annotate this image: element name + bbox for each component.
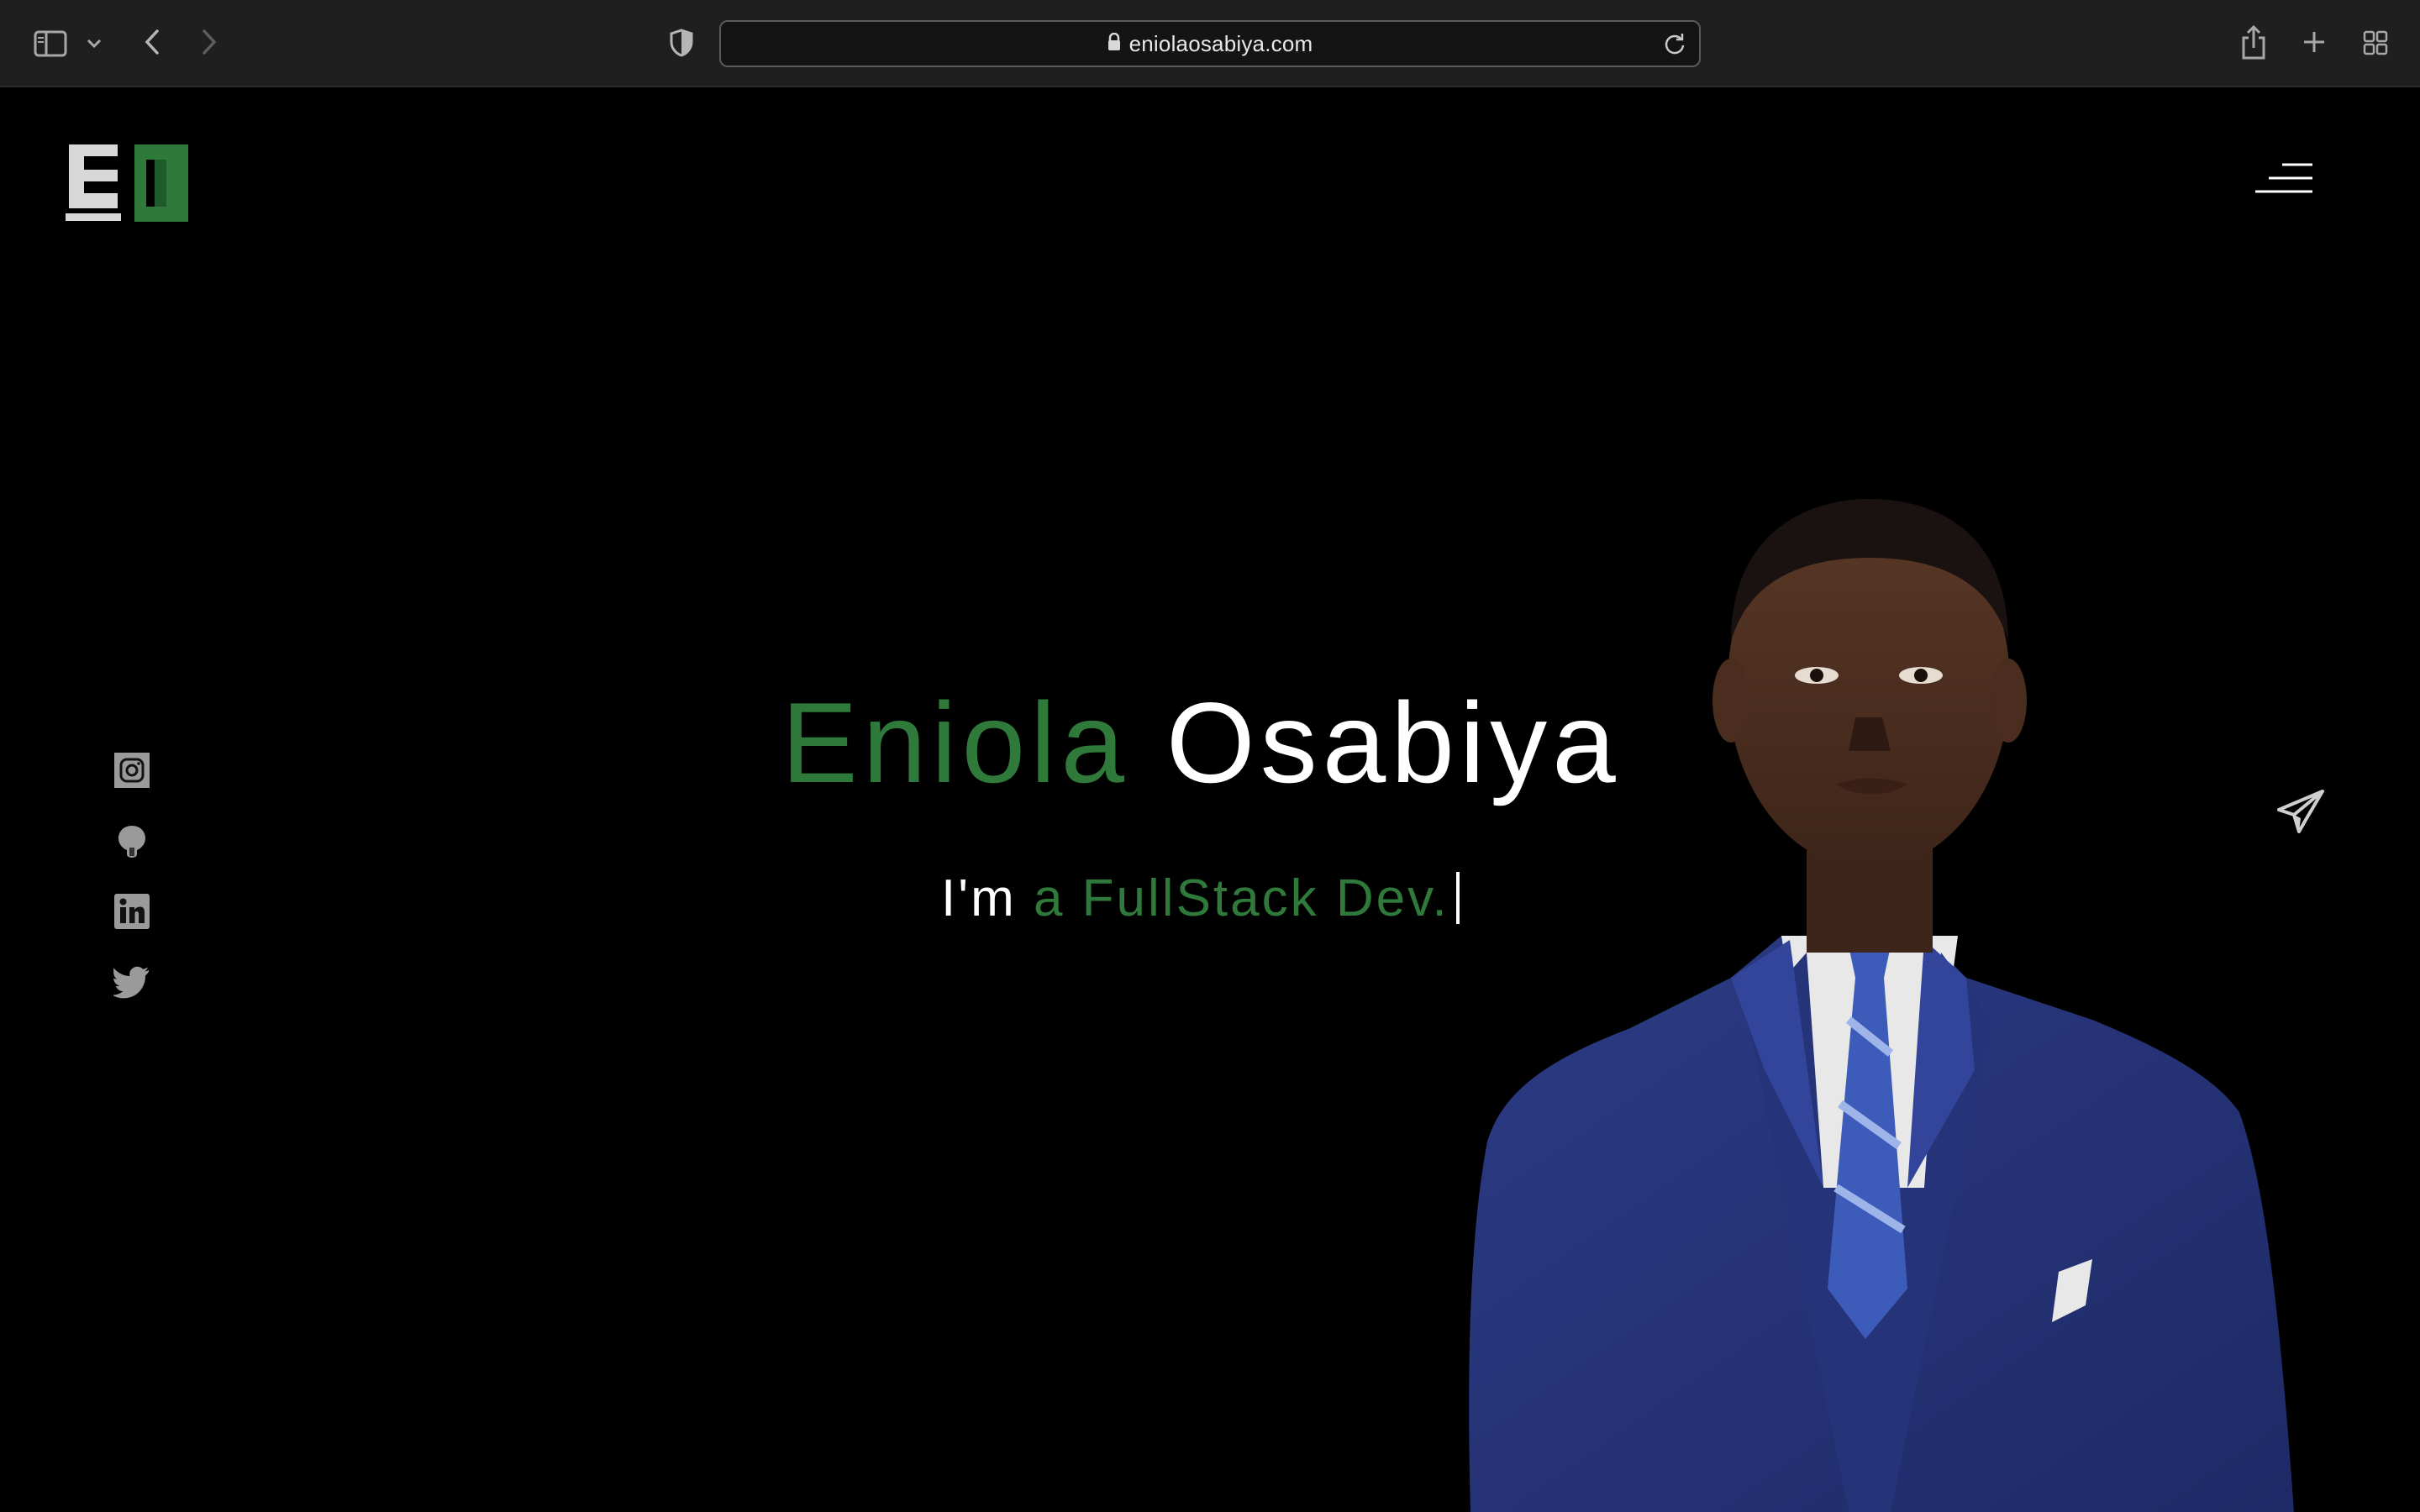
url-text: eniolaosabiya.com	[1128, 30, 1313, 56]
plus-icon[interactable]	[2301, 29, 2328, 55]
address-bar[interactable]: eniolaosabiya.com	[719, 20, 1701, 67]
reload-icon[interactable]	[1664, 32, 1686, 59]
twitter-icon[interactable]	[113, 963, 151, 1001]
back-arrow-icon[interactable]	[139, 25, 165, 59]
first-name: Eniola	[781, 679, 1130, 806]
subtitle-prefix: I'm	[941, 869, 1017, 927]
privacy-shield-icon[interactable]	[669, 27, 694, 59]
share-icon[interactable]	[2238, 22, 2269, 62]
site-logo[interactable]	[66, 144, 190, 225]
logo-mark	[66, 144, 188, 222]
chevron-down-icon[interactable]	[84, 34, 104, 54]
sidebar-icon[interactable]	[32, 27, 69, 60]
hero-subtitle: I'm a FullStack Dev.	[941, 872, 1460, 925]
forward-arrow-icon[interactable]	[197, 25, 222, 59]
linkedin-icon[interactable]	[113, 892, 151, 931]
tab-grid-icon[interactable]	[2361, 29, 2390, 57]
hamburger-menu-icon[interactable]	[2252, 161, 2316, 198]
typed-role-text: a FullStack Dev.	[1033, 869, 1449, 927]
browser-toolbar: eniolaosabiya.com	[0, 0, 2420, 87]
github-icon[interactable]	[113, 822, 151, 860]
portrait-photo	[1454, 432, 2311, 1512]
lock-icon	[1107, 32, 1121, 55]
page: Eniola Osabiya I'm a FullStack Dev.	[0, 89, 2420, 1512]
paper-plane-icon[interactable]	[2275, 788, 2326, 838]
instagram-icon[interactable]	[113, 751, 151, 790]
